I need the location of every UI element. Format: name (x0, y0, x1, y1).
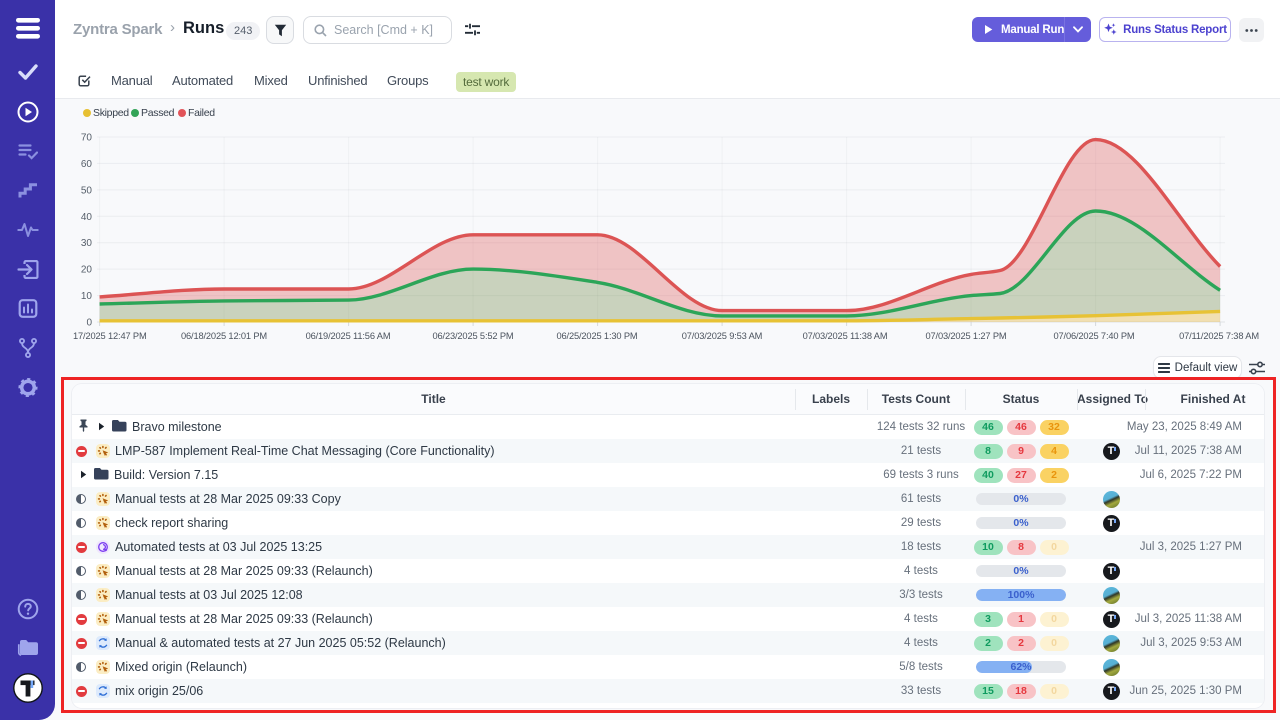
svg-text:50: 50 (81, 185, 93, 196)
svg-text:10: 10 (81, 291, 93, 302)
svg-text:17/2025 12:47 PM: 17/2025 12:47 PM (73, 331, 147, 341)
svg-text:06/25/2025 1:30 PM: 06/25/2025 1:30 PM (556, 331, 637, 341)
svg-text:70: 70 (81, 133, 93, 144)
svg-text:07/03/2025 9:53 AM: 07/03/2025 9:53 AM (682, 331, 763, 341)
svg-text:07/11/2025 7:38 AM: 07/11/2025 7:38 AM (1179, 331, 1259, 341)
svg-text:0: 0 (86, 318, 92, 329)
svg-text:30: 30 (81, 238, 93, 249)
svg-text:20: 20 (81, 265, 93, 276)
svg-text:06/19/2025 11:56 AM: 06/19/2025 11:56 AM (306, 331, 391, 341)
svg-text:07/06/2025 7:40 PM: 07/06/2025 7:40 PM (1053, 331, 1134, 341)
svg-text:06/23/2025 5:52 PM: 06/23/2025 5:52 PM (432, 331, 513, 341)
svg-text:40: 40 (81, 212, 93, 223)
svg-text:07/03/2025 1:27 PM: 07/03/2025 1:27 PM (925, 331, 1006, 341)
svg-text:07/03/2025 11:38 AM: 07/03/2025 11:38 AM (803, 331, 888, 341)
svg-text:60: 60 (81, 159, 93, 170)
svg-text:06/18/2025 12:01 PM: 06/18/2025 12:01 PM (181, 331, 267, 341)
